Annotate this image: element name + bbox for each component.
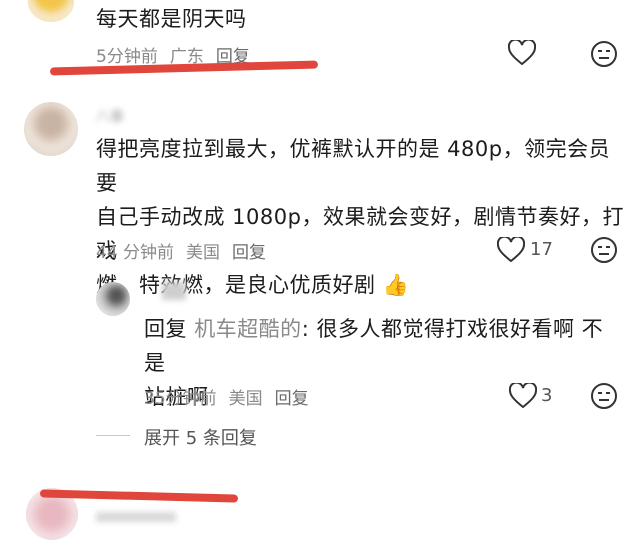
thumbs-up-emoji: 👍: [382, 273, 410, 297]
reply-prefix: 回复: [144, 317, 187, 341]
comment-text: 每天都是阴天吗: [96, 7, 247, 31]
avatar[interactable]: [24, 102, 78, 156]
comment-time: 44 分钟前: [96, 243, 175, 263]
expand-divider: [96, 435, 130, 436]
like-count: 17: [530, 239, 553, 260]
reply-meta: 35分钟前 美国 回复: [144, 384, 321, 409]
reply-line: 回复 机车超酷的: 很多人都觉得打戏很好看啊 不是: [144, 317, 604, 375]
expand-replies-button[interactable]: 展开 5 条回复: [144, 424, 257, 450]
reply-button[interactable]: 回复: [275, 389, 309, 409]
dislike-face-icon[interactable]: [590, 40, 618, 68]
heart-icon[interactable]: [509, 383, 537, 409]
comment-text: 得把亮度拉到最大，优裤默认开的是 480p，领完会员要 自己手动改成 1080p…: [96, 132, 626, 302]
comment-location: 美国: [186, 243, 221, 263]
heart-icon[interactable]: [497, 237, 525, 263]
comment-meta: 44 分钟前 美国 回复: [96, 238, 278, 263]
comment-line: 得把亮度拉到最大，优裤默认开的是 480p，领完会员要: [96, 137, 611, 195]
username[interactable]: [162, 282, 186, 300]
reply-time: 35分钟前: [144, 389, 217, 409]
dislike-face-icon[interactable]: [590, 382, 618, 410]
reply-target-user[interactable]: 机车超酷的: [194, 317, 302, 341]
dislike-face-icon[interactable]: [590, 236, 618, 264]
username[interactable]: [96, 512, 176, 522]
heart-icon[interactable]: [508, 40, 536, 66]
reply-location: 美国: [228, 389, 263, 409]
avatar[interactable]: [96, 282, 130, 316]
username[interactable]: 八番: [96, 106, 124, 126]
avatar[interactable]: [28, 0, 74, 22]
reply-button[interactable]: 回复: [232, 243, 266, 263]
like-count: 3: [541, 385, 553, 406]
